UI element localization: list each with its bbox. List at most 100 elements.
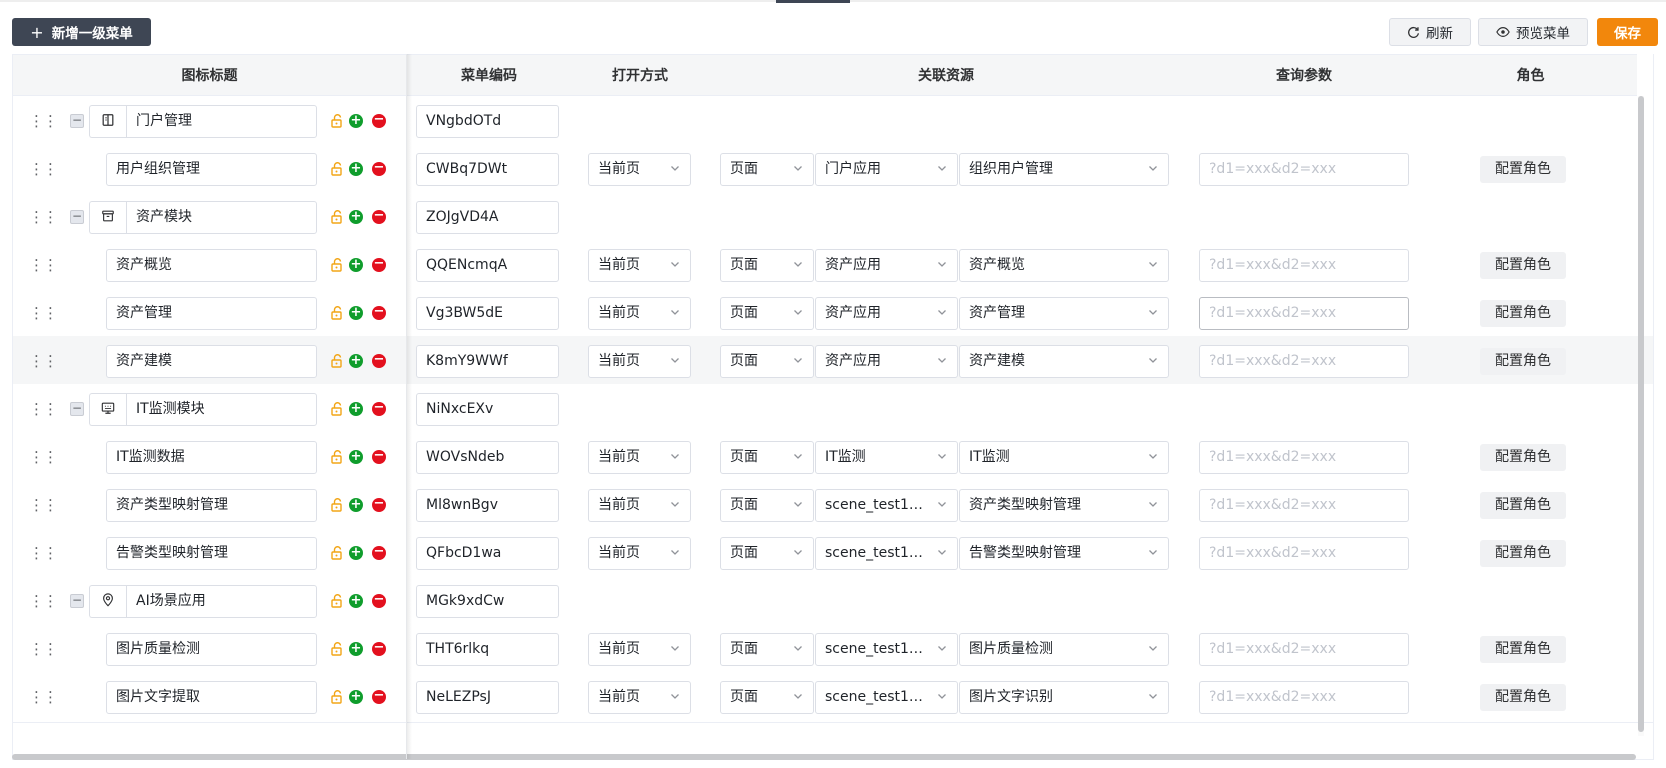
- menu-title-input[interactable]: IT监测模块: [126, 393, 317, 426]
- unlock-icon[interactable]: [331, 210, 344, 224]
- unlock-icon[interactable]: [331, 114, 344, 128]
- configure-role-button[interactable]: 配置角色: [1480, 540, 1566, 567]
- resource-app-select[interactable]: scene_test1~st...: [815, 489, 958, 522]
- open-mode-select[interactable]: 当前页: [588, 345, 691, 378]
- resource-app-select[interactable]: 资产应用: [815, 297, 958, 330]
- open-mode-select[interactable]: 当前页: [588, 297, 691, 330]
- resource-page-select[interactable]: 图片文字识别: [959, 681, 1169, 714]
- open-mode-select[interactable]: 当前页: [588, 249, 691, 282]
- configure-role-button[interactable]: 配置角色: [1480, 492, 1566, 519]
- add-child-icon[interactable]: +: [349, 450, 363, 464]
- drag-handle-icon[interactable]: ⋮⋮: [29, 544, 58, 562]
- resource-page-select[interactable]: 告警类型映射管理: [959, 537, 1169, 570]
- query-params-input[interactable]: ?d1=xxx&d2=xxx: [1199, 249, 1409, 282]
- open-mode-select[interactable]: 当前页: [588, 489, 691, 522]
- save-button[interactable]: 保存: [1597, 18, 1658, 46]
- drag-handle-icon[interactable]: ⋮⋮: [29, 256, 58, 274]
- menu-code-input[interactable]: MGk9xdCw: [416, 585, 559, 618]
- drag-handle-icon[interactable]: ⋮⋮: [29, 208, 58, 226]
- add-child-icon[interactable]: +: [349, 258, 363, 272]
- delete-icon[interactable]: −: [372, 545, 386, 560]
- vertical-scrollbar[interactable]: [1638, 96, 1644, 732]
- resource-app-select[interactable]: 资产应用: [815, 345, 958, 378]
- drag-handle-icon[interactable]: ⋮⋮: [29, 688, 58, 706]
- drag-handle-icon[interactable]: ⋮⋮: [29, 592, 58, 610]
- add-top-menu-button[interactable]: + 新增一级菜单: [12, 18, 151, 46]
- resource-app-select[interactable]: 资产应用: [815, 249, 958, 282]
- query-params-input[interactable]: ?d1=xxx&d2=xxx: [1199, 681, 1409, 714]
- drag-handle-icon[interactable]: ⋮⋮: [29, 496, 58, 514]
- delete-icon[interactable]: −: [372, 593, 386, 608]
- resource-page-select[interactable]: 图片质量检测: [959, 633, 1169, 666]
- drag-handle-icon[interactable]: ⋮⋮: [29, 160, 58, 178]
- unlock-icon[interactable]: [331, 498, 344, 512]
- delete-icon[interactable]: −: [372, 449, 386, 464]
- query-params-input[interactable]: ?d1=xxx&d2=xxx: [1199, 153, 1409, 186]
- unlock-icon[interactable]: [331, 450, 344, 464]
- add-child-icon[interactable]: +: [349, 210, 363, 224]
- delete-icon[interactable]: −: [372, 641, 386, 656]
- resource-app-select[interactable]: scene_test1~K...: [815, 633, 958, 666]
- unlock-icon[interactable]: [331, 354, 344, 368]
- resource-app-select[interactable]: IT监测: [815, 441, 958, 474]
- resource-type-select[interactable]: 页面: [720, 297, 814, 330]
- menu-code-input[interactable]: NeLEZPsJ: [416, 681, 559, 714]
- resource-page-select[interactable]: 资产建模: [959, 345, 1169, 378]
- unlock-icon[interactable]: [331, 306, 344, 320]
- menu-code-input[interactable]: WOVsNdeb: [416, 441, 559, 474]
- add-child-icon[interactable]: +: [349, 546, 363, 560]
- delete-icon[interactable]: −: [372, 497, 386, 512]
- drag-handle-icon[interactable]: ⋮⋮: [29, 112, 58, 130]
- menu-icon-picker[interactable]: [89, 201, 126, 234]
- menu-code-input[interactable]: K8mY9WWf: [416, 345, 559, 378]
- drag-handle-icon[interactable]: ⋮⋮: [29, 352, 58, 370]
- add-child-icon[interactable]: +: [349, 402, 363, 416]
- add-child-icon[interactable]: +: [349, 306, 363, 320]
- delete-icon[interactable]: −: [372, 401, 386, 416]
- open-mode-select[interactable]: 当前页: [588, 441, 691, 474]
- menu-title-input[interactable]: AI场景应用: [126, 585, 317, 618]
- resource-page-select[interactable]: 组织用户管理: [959, 153, 1169, 186]
- configure-role-button[interactable]: 配置角色: [1480, 156, 1566, 183]
- collapse-toggle[interactable]: −: [70, 594, 84, 608]
- menu-code-input[interactable]: Ml8wnBgv: [416, 489, 559, 522]
- resource-type-select[interactable]: 页面: [720, 441, 814, 474]
- configure-role-button[interactable]: 配置角色: [1480, 636, 1566, 663]
- query-params-input[interactable]: ?d1=xxx&d2=xxx: [1199, 441, 1409, 474]
- open-mode-select[interactable]: 当前页: [588, 153, 691, 186]
- menu-title-input[interactable]: 资产类型映射管理: [106, 489, 317, 522]
- open-mode-select[interactable]: 当前页: [588, 633, 691, 666]
- open-mode-select[interactable]: 当前页: [588, 681, 691, 714]
- unlock-icon[interactable]: [331, 642, 344, 656]
- resource-type-select[interactable]: 页面: [720, 633, 814, 666]
- menu-title-input[interactable]: 资产建模: [106, 345, 317, 378]
- configure-role-button[interactable]: 配置角色: [1480, 348, 1566, 375]
- menu-title-input[interactable]: 告警类型映射管理: [106, 537, 317, 570]
- delete-icon[interactable]: −: [372, 161, 386, 176]
- menu-title-input[interactable]: 用户组织管理: [106, 153, 317, 186]
- drag-handle-icon[interactable]: ⋮⋮: [29, 400, 58, 418]
- unlock-icon[interactable]: [331, 690, 344, 704]
- menu-title-input[interactable]: 资产管理: [106, 297, 317, 330]
- add-child-icon[interactable]: +: [349, 642, 363, 656]
- collapse-toggle[interactable]: −: [70, 402, 84, 416]
- delete-icon[interactable]: −: [372, 209, 386, 224]
- unlock-icon[interactable]: [331, 546, 344, 560]
- unlock-icon[interactable]: [331, 594, 344, 608]
- delete-icon[interactable]: −: [372, 689, 386, 704]
- menu-code-input[interactable]: QFbcD1wa: [416, 537, 559, 570]
- resource-type-select[interactable]: 页面: [720, 249, 814, 282]
- resource-type-select[interactable]: 页面: [720, 153, 814, 186]
- menu-icon-picker[interactable]: [89, 585, 126, 618]
- resource-page-select[interactable]: 资产管理: [959, 297, 1169, 330]
- menu-code-input[interactable]: QQENcmqA: [416, 249, 559, 282]
- menu-code-input[interactable]: THT6rlkq: [416, 633, 559, 666]
- menu-title-input[interactable]: 图片质量检测: [106, 633, 317, 666]
- collapse-toggle[interactable]: −: [70, 210, 84, 224]
- configure-role-button[interactable]: 配置角色: [1480, 684, 1566, 711]
- unlock-icon[interactable]: [331, 258, 344, 272]
- configure-role-button[interactable]: 配置角色: [1480, 252, 1566, 279]
- menu-code-input[interactable]: NiNxcEXv: [416, 393, 559, 426]
- add-child-icon[interactable]: +: [349, 114, 363, 128]
- resource-type-select[interactable]: 页面: [720, 537, 814, 570]
